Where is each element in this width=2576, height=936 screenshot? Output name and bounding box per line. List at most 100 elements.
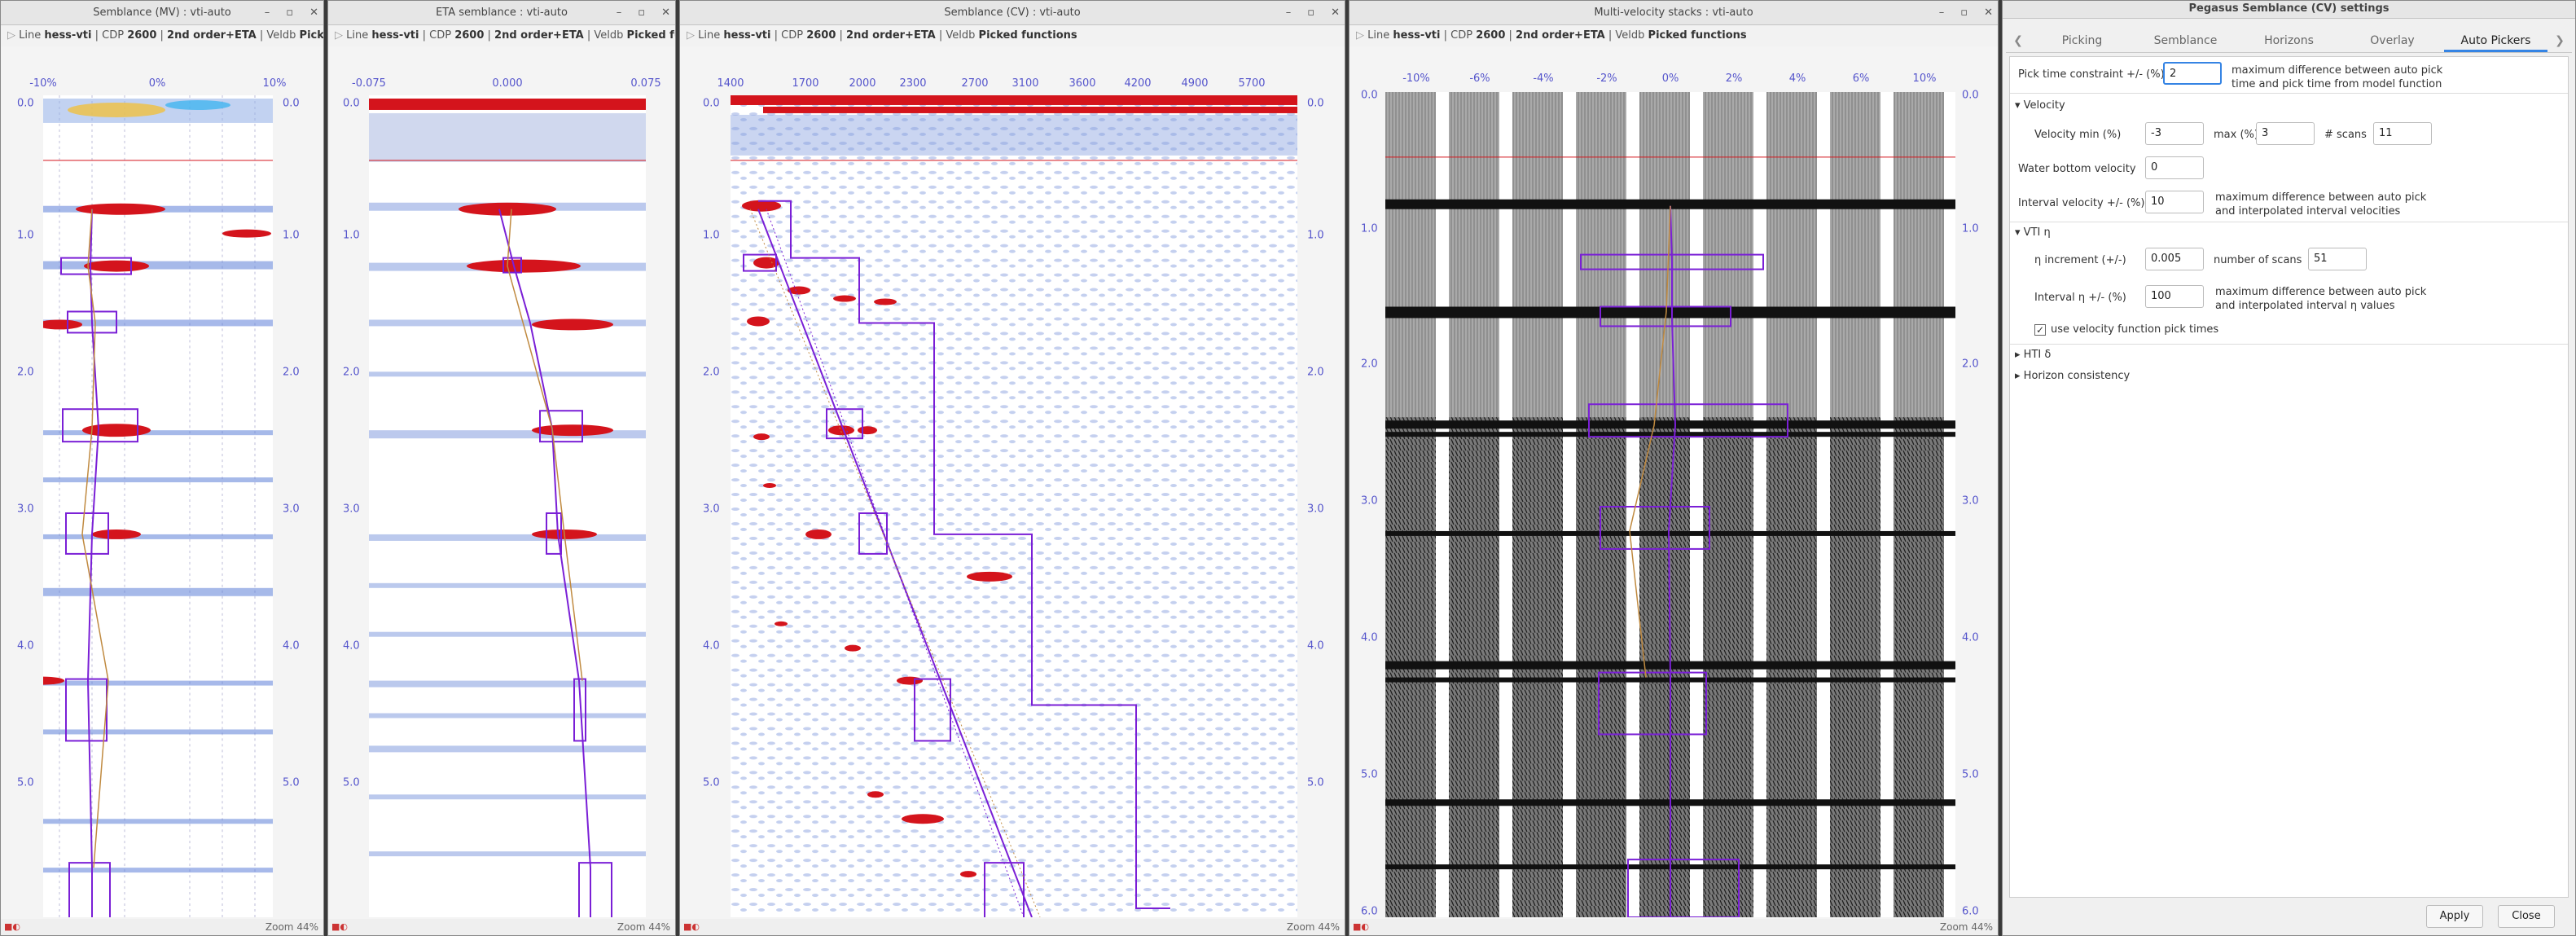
- settings-dialog[interactable]: Pegasus Semblance (CV) settings ❮ Pickin…: [2002, 0, 2576, 936]
- velocity-min-input[interactable]: -3: [2145, 122, 2204, 145]
- x-tick: 10%: [262, 77, 287, 90]
- y-tick: 5.0: [343, 776, 360, 789]
- maximize-icon[interactable]: ▫: [1960, 7, 1968, 19]
- y-tick: 5.0: [17, 776, 34, 789]
- velocity-max-label: max (%): [2214, 129, 2258, 141]
- title-bar[interactable]: Semblance (MV) : vti-auto – ▫ ✕: [1, 1, 323, 25]
- cv-canvas[interactable]: [731, 95, 1297, 917]
- close-button[interactable]: Close: [2498, 905, 2555, 928]
- window-title: Multi-velocity stacks : vti-auto: [1594, 7, 1753, 19]
- tab-horizons[interactable]: Horizons: [2237, 29, 2341, 52]
- stacks-plot[interactable]: [1385, 92, 1955, 917]
- interval-eta-input[interactable]: 100: [2145, 285, 2204, 308]
- tab-scroll-left-icon[interactable]: ❮: [2006, 29, 2030, 52]
- info-order: 2nd order+ETA: [1516, 29, 1605, 42]
- water-bottom-label: Water bottom velocity: [2018, 163, 2136, 175]
- y-tick: 1.0: [1307, 229, 1324, 242]
- y-tick: 1.0: [283, 229, 300, 242]
- apply-button[interactable]: Apply: [2426, 905, 2483, 928]
- x-tick: -6%: [1469, 73, 1490, 85]
- info-icon: ▷: [335, 29, 347, 42]
- tab-picking[interactable]: Picking: [2030, 29, 2134, 52]
- velocity-max-input[interactable]: 3: [2256, 122, 2315, 145]
- y-tick: 4.0: [283, 639, 300, 653]
- y-tick: 4.0: [1361, 631, 1378, 644]
- hti-section-toggle[interactable]: ▸ HTI δ: [2015, 349, 2051, 361]
- interval-velocity-label: Interval velocity +/- (%): [2018, 197, 2145, 209]
- velocity-section-label: Velocity: [2023, 99, 2065, 112]
- y-tick: 1.0: [703, 229, 720, 242]
- title-bar[interactable]: Semblance (CV) : vti-auto – ▫ ✕: [680, 1, 1345, 25]
- eta-canvas[interactable]: [369, 95, 646, 917]
- interval-velocity-input[interactable]: 10: [2145, 191, 2204, 213]
- velocity-scans-input[interactable]: 11: [2373, 122, 2432, 145]
- zoom-level: Zoom 44%: [617, 921, 670, 933]
- close-icon[interactable]: ✕: [1984, 7, 1993, 19]
- y-tick: 5.0: [1307, 776, 1324, 789]
- cv-plot[interactable]: [731, 95, 1297, 917]
- eta-increment-input[interactable]: 0.005: [2145, 248, 2204, 270]
- minimize-icon[interactable]: –: [1939, 7, 1945, 19]
- close-icon[interactable]: ✕: [1331, 7, 1340, 19]
- x-tick: 2%: [1725, 73, 1743, 85]
- multi-velocity-stacks-window[interactable]: Multi-velocity stacks : vti-auto – ▫ ✕ ▷ L…: [1349, 0, 1999, 936]
- velocity-section-toggle[interactable]: ▾ Velocity: [2015, 99, 2065, 112]
- x-tick: -10%: [29, 77, 57, 90]
- status-bar: ■◐ Zoom 44%: [1349, 919, 1998, 935]
- y-tick: 5.0: [1962, 768, 1979, 781]
- x-tick: 4%: [1788, 73, 1806, 85]
- info-cdp: 2600: [1476, 29, 1506, 42]
- maximize-icon[interactable]: ▫: [638, 7, 645, 19]
- y-tick: 3.0: [1361, 494, 1378, 508]
- info-picked: Picked functions: [626, 29, 675, 42]
- title-bar[interactable]: ETA semblance : vti-auto – ▫ ✕: [328, 1, 675, 25]
- minimize-icon[interactable]: –: [1286, 7, 1292, 19]
- dialog-title: Pegasus Semblance (CV) settings: [2188, 2, 2389, 15]
- eta-plot[interactable]: [369, 95, 646, 917]
- x-tick: 0.075: [630, 77, 661, 90]
- y-tick: 3.0: [703, 503, 720, 516]
- use-velocity-pick-times-checkbox[interactable]: ✓: [2034, 324, 2046, 336]
- water-bottom-input[interactable]: 0: [2145, 156, 2204, 179]
- pick-time-label: Pick time constraint +/- (%): [2018, 68, 2165, 81]
- tab-semblance[interactable]: Semblance: [2134, 29, 2237, 52]
- eta-scans-input[interactable]: 51: [2308, 248, 2367, 270]
- pick-time-description: maximum difference between auto pick tim…: [2232, 64, 2443, 90]
- hti-section-label: HTI δ: [2023, 349, 2052, 361]
- auto-pickers-form: Pick time constraint +/- (%) 2 maximum d…: [2009, 56, 2569, 898]
- info-bar: ▷ Line hess-vti | CDP 2600 | 2nd order+E…: [680, 25, 1345, 46]
- vti-eta-section-toggle[interactable]: ▾ VTI η: [2015, 226, 2051, 239]
- status-icon: ■◐: [331, 921, 348, 932]
- y-tick: 1.0: [1361, 222, 1378, 235]
- semblance-canvas[interactable]: [43, 95, 273, 917]
- tab-scroll-right-icon[interactable]: ❯: [2547, 29, 2572, 52]
- y-tick: 1.0: [343, 229, 360, 242]
- info-icon: ▷: [7, 29, 20, 42]
- x-axis: 1400 1700 2000 2300 2700 3100 3600 4200 …: [680, 71, 1345, 94]
- y-tick: 0.0: [343, 97, 360, 110]
- semblance-cv-window[interactable]: Semblance (CV) : vti-auto – ▫ ✕ ▷ Line hes…: [679, 0, 1345, 936]
- tab-overlay[interactable]: Overlay: [2341, 29, 2444, 52]
- stacks-canvas[interactable]: [1385, 92, 1955, 917]
- y-tick: 0.0: [1361, 89, 1378, 102]
- maximize-icon[interactable]: ▫: [286, 7, 293, 19]
- title-bar[interactable]: Multi-velocity stacks : vti-auto – ▫ ✕: [1349, 1, 1998, 25]
- close-icon[interactable]: ✕: [661, 7, 670, 19]
- title-bar[interactable]: Pegasus Semblance (CV) settings: [2003, 1, 2575, 19]
- horizon-consistency-toggle[interactable]: ▸ Horizon consistency: [2015, 370, 2130, 382]
- pick-time-input[interactable]: 2: [2163, 62, 2222, 85]
- x-axis: -0.075 0.000 0.075: [328, 71, 675, 94]
- close-icon[interactable]: ✕: [309, 7, 318, 19]
- semblance-mv-window[interactable]: Semblance (MV) : vti-auto – ▫ ✕ ▷ Line hes…: [0, 0, 324, 936]
- status-icon: ■◐: [4, 921, 20, 932]
- info-picked: Picked functions: [978, 29, 1077, 42]
- eta-semblance-window[interactable]: ETA semblance : vti-auto – ▫ ✕ ▷ Line hess…: [327, 0, 676, 936]
- minimize-icon[interactable]: –: [265, 7, 270, 19]
- semblance-plot[interactable]: [43, 95, 273, 917]
- divider: [2010, 93, 2568, 94]
- tab-auto-pickers[interactable]: Auto Pickers: [2444, 29, 2547, 52]
- divider: [2010, 344, 2568, 345]
- maximize-icon[interactable]: ▫: [1307, 7, 1314, 19]
- x-tick: 2700: [961, 77, 989, 90]
- minimize-icon[interactable]: –: [617, 7, 622, 19]
